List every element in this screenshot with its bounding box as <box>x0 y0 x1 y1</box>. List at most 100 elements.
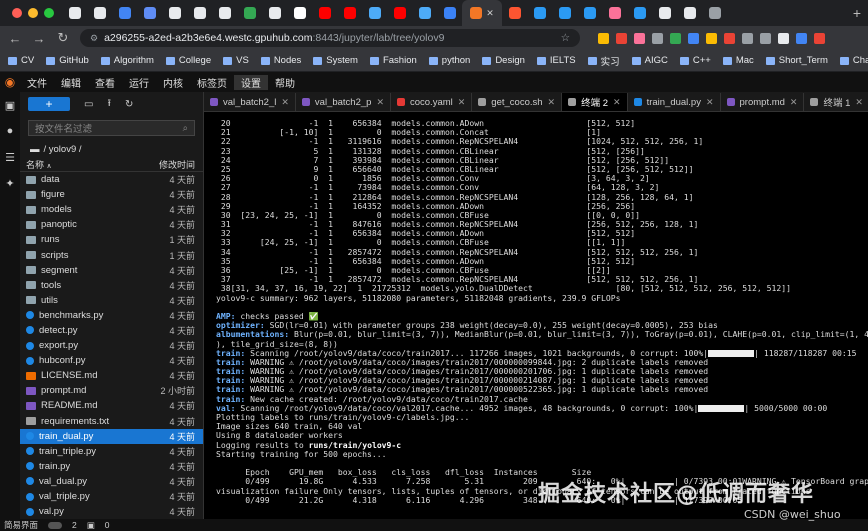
doc-tab[interactable]: coco.yaml ✕ <box>391 93 473 111</box>
browser-tab[interactable] <box>237 0 262 26</box>
refresh-icon[interactable]: ↻ <box>125 99 133 110</box>
forward-icon[interactable]: → <box>32 31 46 46</box>
extension-icon[interactable]: ✦ <box>0 170 20 196</box>
bookmark-item[interactable]: GitHub <box>46 55 89 66</box>
file-row[interactable]: figure 4 天前 <box>20 187 203 202</box>
doc-tab[interactable]: 终端 1 ✕ <box>804 93 868 111</box>
bookmark-item[interactable]: VS <box>223 55 249 66</box>
bookmark-item[interactable]: Design <box>482 55 525 66</box>
folder-icon[interactable]: ▣ <box>0 92 20 118</box>
minimize-window-icon[interactable] <box>28 8 38 18</box>
browser-tab[interactable]: ✕ <box>462 0 502 26</box>
browser-tab[interactable] <box>162 0 187 26</box>
browser-tab[interactable] <box>627 0 652 26</box>
doc-tab[interactable]: 终端 2 ✕ <box>562 93 628 111</box>
browser-tab[interactable] <box>527 0 552 26</box>
browser-tab[interactable] <box>62 0 87 26</box>
extension-icon[interactable] <box>778 32 789 44</box>
browser-tab[interactable] <box>552 0 577 26</box>
doc-tab[interactable]: val_batch2_p ✕ <box>296 93 391 111</box>
browser-tab[interactable] <box>602 0 627 26</box>
close-tab-icon[interactable]: ✕ <box>706 97 714 108</box>
menu-item[interactable]: 文件 <box>20 75 54 90</box>
maximize-window-icon[interactable] <box>44 8 54 18</box>
close-tab-icon[interactable]: ✕ <box>548 97 556 108</box>
browser-tab[interactable] <box>212 0 237 26</box>
extension-icon[interactable] <box>706 32 717 44</box>
browser-tab[interactable] <box>187 0 212 26</box>
extension-icon[interactable] <box>652 32 663 44</box>
file-row[interactable]: data 4 天前 <box>20 172 203 187</box>
close-tab-icon[interactable]: ✕ <box>376 97 384 108</box>
new-launcher-button[interactable]: + <box>28 97 70 111</box>
file-row[interactable]: val_triple.py 4 天前 <box>20 489 203 504</box>
close-tab-icon[interactable]: ✕ <box>458 97 466 108</box>
browser-tab[interactable] <box>387 0 412 26</box>
bookmark-item[interactable]: Algorithm <box>100 55 154 66</box>
bookmark-item[interactable]: Short_Term <box>765 55 828 66</box>
file-row[interactable]: utils 4 天前 <box>20 293 203 308</box>
simple-mode-toggle[interactable] <box>48 521 63 529</box>
browser-tab[interactable] <box>702 0 727 26</box>
bookmark-item[interactable]: C++ <box>679 55 711 66</box>
new-folder-icon[interactable]: ▭ <box>84 99 93 110</box>
browser-tab[interactable] <box>677 0 702 26</box>
doc-tab[interactable]: get_coco.sh ✕ <box>472 93 563 111</box>
bookmark-item[interactable]: python <box>428 55 470 66</box>
back-icon[interactable]: ← <box>8 31 22 46</box>
extension-icon[interactable] <box>598 32 609 44</box>
folder-home-icon[interactable]: ▬ <box>30 144 40 155</box>
menu-item[interactable]: 设置 <box>234 74 268 90</box>
site-info-icon[interactable]: ⚙ <box>90 33 98 44</box>
doc-tab[interactable]: val_batch2_l ✕ <box>204 93 296 111</box>
bookmark-item[interactable]: Fashion <box>369 55 417 66</box>
browser-tab[interactable] <box>87 0 112 26</box>
file-row[interactable]: LICENSE.md 4 天前 <box>20 368 203 383</box>
close-window-icon[interactable] <box>12 8 22 18</box>
breadcrumb-path[interactable]: / yolov9 / <box>44 144 82 155</box>
menu-item[interactable]: 内核 <box>156 75 190 90</box>
browser-tab[interactable] <box>652 0 677 26</box>
file-row[interactable]: models 4 天前 <box>20 202 203 217</box>
close-tab-icon[interactable]: ✕ <box>855 97 863 108</box>
close-tab-icon[interactable]: ✕ <box>790 97 798 108</box>
browser-tab[interactable] <box>262 0 287 26</box>
browser-tab[interactable] <box>577 0 602 26</box>
browser-tab[interactable] <box>437 0 462 26</box>
file-row[interactable]: train.py 4 天前 <box>20 459 203 474</box>
file-row[interactable]: train_triple.py 4 天前 <box>20 444 203 459</box>
extension-icon[interactable] <box>670 32 681 44</box>
file-row[interactable]: panoptic 4 天前 <box>20 217 203 232</box>
browser-tab[interactable] <box>312 0 337 26</box>
file-filter-input[interactable]: 按文件名过滤 ⌕ <box>28 120 195 136</box>
extension-icon[interactable] <box>796 32 807 44</box>
file-row[interactable]: val_dual.py 4 天前 <box>20 474 203 489</box>
address-bar[interactable]: ⚙ a296255-a2ed-a2b3e6e4.westc.gpuhub.com… <box>80 29 580 47</box>
browser-tab[interactable] <box>137 0 162 26</box>
file-row[interactable]: prompt.md 2 小时前 <box>20 383 203 398</box>
menu-item[interactable]: 查看 <box>88 75 122 90</box>
command-palette-icon[interactable]: ☰ <box>0 144 20 170</box>
close-tab-icon[interactable]: ✕ <box>281 97 289 108</box>
file-row[interactable]: scripts 1 天前 <box>20 247 203 262</box>
column-name-header[interactable]: 名称 <box>26 160 44 170</box>
doc-tab[interactable]: train_dual.py ✕ <box>628 93 721 111</box>
extension-icon[interactable] <box>634 32 645 44</box>
bookmark-item[interactable]: 实习 <box>587 54 620 68</box>
file-row[interactable]: README.md 4 天前 <box>20 398 203 413</box>
file-row[interactable]: runs 1 天前 <box>20 232 203 247</box>
upload-icon[interactable]: ⭱ <box>107 96 111 113</box>
bookmark-item[interactable]: College <box>165 55 211 66</box>
bookmark-item[interactable]: System <box>313 55 358 66</box>
file-row[interactable]: train_dual.py 4 天前 <box>20 428 203 444</box>
file-row[interactable]: requirements.txt 4 天前 <box>20 414 203 429</box>
menu-item[interactable]: 标签页 <box>190 75 234 90</box>
file-row[interactable]: segment 4 天前 <box>20 263 203 278</box>
browser-tab[interactable] <box>362 0 387 26</box>
extension-icon[interactable] <box>616 32 627 44</box>
bookmark-item[interactable]: Nodes <box>260 55 301 66</box>
browser-tab[interactable] <box>412 0 437 26</box>
doc-tab[interactable]: prompt.md ✕ <box>721 93 805 111</box>
bookmark-item[interactable]: CV <box>8 55 34 66</box>
terminal-output[interactable]: 20 -1 1 656384 models.common.ADown [512,… <box>204 112 868 519</box>
